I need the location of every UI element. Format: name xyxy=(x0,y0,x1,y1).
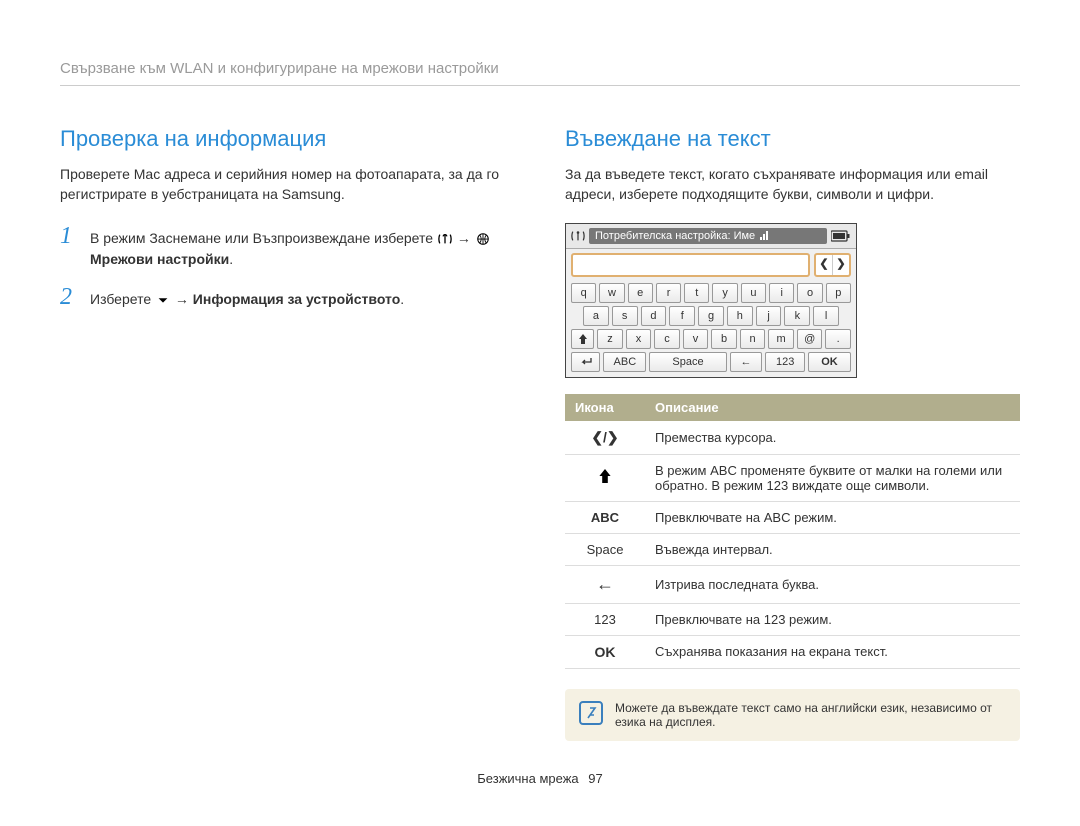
space-label: Space xyxy=(565,533,645,565)
key[interactable]: x xyxy=(626,329,652,349)
desc-cell: Превключвате на 123 режим. xyxy=(645,603,1020,635)
kb-row-2: a s d f g h j k l xyxy=(571,306,851,326)
step-1: 1 В режим Заснемане или Възпроизвеждане … xyxy=(60,223,515,270)
key[interactable]: h xyxy=(727,306,753,326)
table-row: ❮/❯ Премества курсора. xyxy=(565,421,1020,455)
ok-key[interactable]: OK xyxy=(808,352,851,372)
th-icon: Икона xyxy=(565,394,645,421)
key[interactable]: z xyxy=(597,329,623,349)
down-arrow-icon xyxy=(156,293,170,307)
globe-icon xyxy=(476,232,490,246)
note-box: Можете да въвеждате текст само на англий… xyxy=(565,689,1020,741)
ok-label: OK xyxy=(565,635,645,668)
table-row: ← Изтрива последната буква. xyxy=(565,565,1020,603)
key[interactable]: . xyxy=(825,329,851,349)
page-footer: Безжична мрежа 97 xyxy=(60,771,1020,786)
num-label: 123 xyxy=(565,603,645,635)
key[interactable]: q xyxy=(571,283,596,303)
page-number: 97 xyxy=(588,771,602,786)
key[interactable]: j xyxy=(756,306,782,326)
key[interactable]: o xyxy=(797,283,822,303)
cursor-arrows[interactable]: ❮ ❯ xyxy=(814,253,851,277)
key[interactable]: w xyxy=(599,283,624,303)
desc-cell: Изтрива последната буква. xyxy=(645,565,1020,603)
kb-row-bottom: ABC Space ← 123 OK xyxy=(571,352,851,372)
desc-cell: Превключвате на ABC режим. xyxy=(645,501,1020,533)
table-row: ABC Превключвате на ABC режим. xyxy=(565,501,1020,533)
key[interactable]: c xyxy=(654,329,680,349)
key[interactable]: m xyxy=(768,329,794,349)
table-row: OK Съхранява показания на екрана текст. xyxy=(565,635,1020,668)
return-key[interactable] xyxy=(571,352,600,372)
left-section-title: Проверка на информация xyxy=(60,126,515,152)
kb-row-1: q w e r t y u i o p xyxy=(571,283,851,303)
cursor-left-icon[interactable]: ❮ xyxy=(816,255,832,275)
desc-cell: В режим ABC променяте буквите от малки н… xyxy=(645,454,1020,501)
signal-icon xyxy=(759,231,769,241)
desc-cell: Въвежда интервал. xyxy=(645,533,1020,565)
step-number: 2 xyxy=(60,284,90,311)
keyboard-title: Потребителска настройка: Име xyxy=(595,230,755,242)
left-intro: Проверете Mac адреса и серийния номер на… xyxy=(60,164,515,205)
step-2: 2 Изберете → Информация за устройството. xyxy=(60,284,515,311)
table-row: В режим ABC променяте буквите от малки н… xyxy=(565,454,1020,501)
text-input[interactable] xyxy=(571,253,810,277)
abc-key[interactable]: ABC xyxy=(603,352,646,372)
key[interactable]: t xyxy=(684,283,709,303)
key[interactable]: e xyxy=(628,283,653,303)
num-key[interactable]: 123 xyxy=(765,352,805,372)
key[interactable]: g xyxy=(698,306,724,326)
key[interactable]: k xyxy=(784,306,810,326)
key[interactable]: y xyxy=(712,283,737,303)
abc-label: ABC xyxy=(565,501,645,533)
key[interactable]: l xyxy=(813,306,839,326)
desc-cell: Премества курсора. xyxy=(645,421,1020,455)
battery-icon xyxy=(831,230,851,242)
kb-row-3: z x c v b n m @ . xyxy=(571,329,851,349)
desc-cell: Съхранява показания на екрана текст. xyxy=(645,635,1020,668)
step-2-text: Изберете → Информация за устройството. xyxy=(90,284,404,310)
table-row: Space Въвежда интервал. xyxy=(565,533,1020,565)
cursor-move-icon: ❮/❯ xyxy=(565,421,645,455)
return-icon xyxy=(580,357,592,367)
footer-section: Безжична мрежа xyxy=(477,771,578,786)
key[interactable]: u xyxy=(741,283,766,303)
step-number: 1 xyxy=(60,223,90,250)
th-desc: Описание xyxy=(645,394,1020,421)
key[interactable]: p xyxy=(826,283,851,303)
key[interactable]: s xyxy=(612,306,638,326)
backspace-key[interactable]: ← xyxy=(730,352,763,372)
key[interactable]: v xyxy=(683,329,709,349)
icon-legend-table: Икона Описание ❮/❯ Премества курсора. В … xyxy=(565,394,1020,669)
shift-icon xyxy=(565,454,645,501)
key[interactable]: d xyxy=(641,306,667,326)
keyboard-mock: Потребителска настройка: Име ❮ ❯ q w xyxy=(565,223,857,378)
key[interactable]: n xyxy=(740,329,766,349)
key[interactable]: f xyxy=(669,306,695,326)
antenna-icon xyxy=(438,232,452,246)
key[interactable]: @ xyxy=(797,329,823,349)
cursor-right-icon[interactable]: ❯ xyxy=(832,255,849,275)
backspace-icon: ← xyxy=(565,565,645,603)
info-icon xyxy=(579,701,603,725)
shift-key[interactable] xyxy=(571,329,594,349)
space-key[interactable]: Space xyxy=(649,352,726,372)
right-intro: За да въведете текст, когато съхранявате… xyxy=(565,164,1020,205)
shift-icon xyxy=(578,334,588,344)
key[interactable]: i xyxy=(769,283,794,303)
table-row: 123 Превключвате на 123 режим. xyxy=(565,603,1020,635)
right-section-title: Въвеждане на текст xyxy=(565,126,1020,152)
note-text: Можете да въвеждате текст само на англий… xyxy=(615,701,1006,729)
step-1-text: В режим Заснемане или Възпроизвеждане из… xyxy=(90,223,515,270)
key[interactable]: r xyxy=(656,283,681,303)
key[interactable]: b xyxy=(711,329,737,349)
wifi-icon xyxy=(571,229,585,243)
key[interactable]: a xyxy=(583,306,609,326)
breadcrumb: Свързване към WLAN и конфигуриране на мр… xyxy=(60,60,1020,86)
